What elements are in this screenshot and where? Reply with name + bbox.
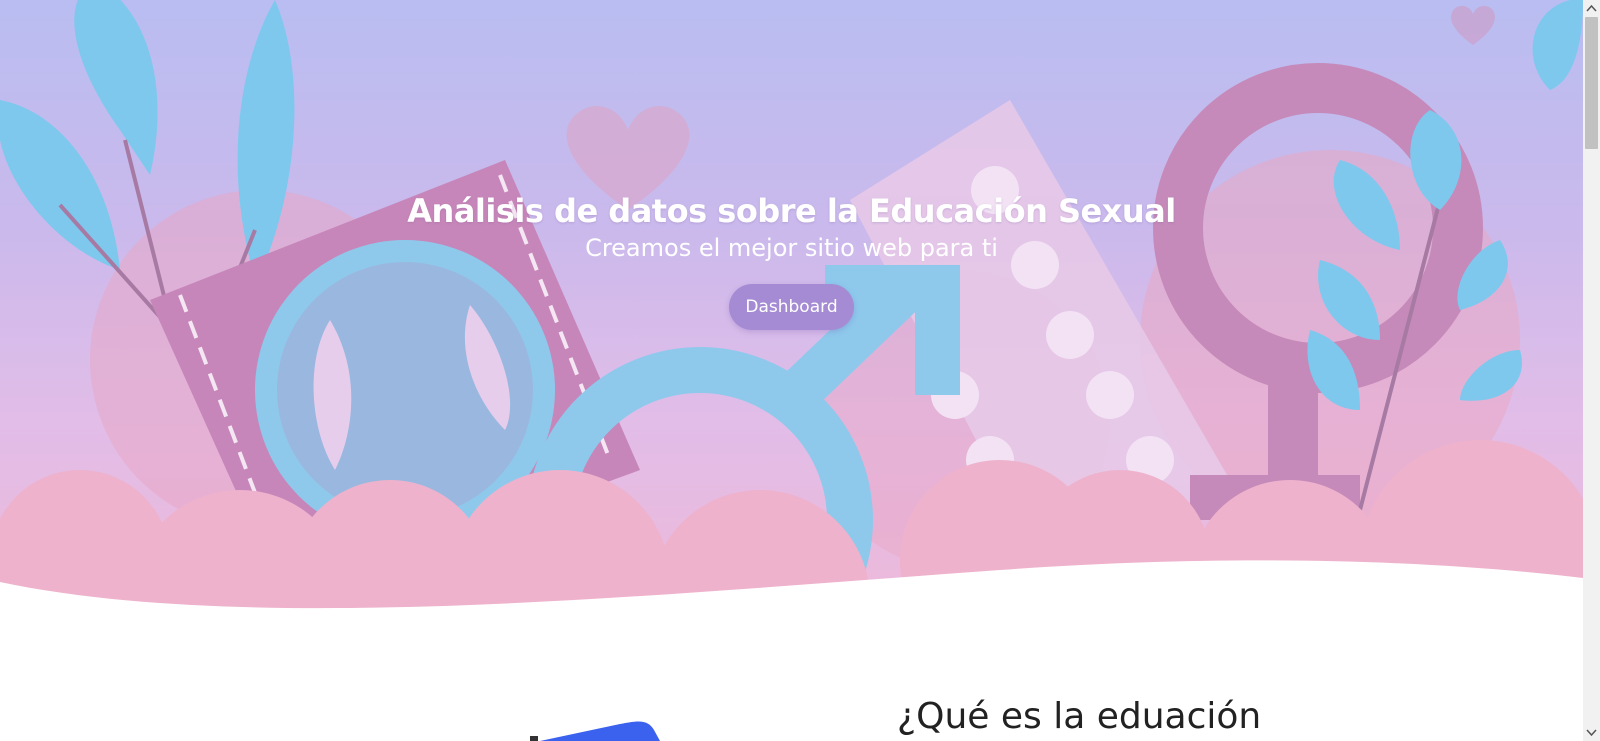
section-illustration xyxy=(530,721,660,741)
vertical-scrollbar[interactable] xyxy=(1583,0,1600,741)
section-heading: ¿Qué es la eduación xyxy=(897,696,1262,737)
hero-content: Análisis de datos sobre la Educación Sex… xyxy=(0,192,1583,330)
hero-title: Análisis de datos sobre la Educación Sex… xyxy=(407,192,1176,230)
scroll-up-arrow-icon[interactable] xyxy=(1583,0,1600,17)
scroll-down-arrow-icon[interactable] xyxy=(1583,724,1600,741)
scroll-thumb[interactable] xyxy=(1585,17,1598,149)
hero-wave-divider xyxy=(0,560,1583,741)
dashboard-button[interactable]: Dashboard xyxy=(729,284,854,330)
page: Análisis de datos sobre la Educación Sex… xyxy=(0,0,1583,741)
heart-icon xyxy=(1451,5,1495,46)
hero-subtitle: Creamos el mejor sitio web para ti xyxy=(585,234,998,262)
